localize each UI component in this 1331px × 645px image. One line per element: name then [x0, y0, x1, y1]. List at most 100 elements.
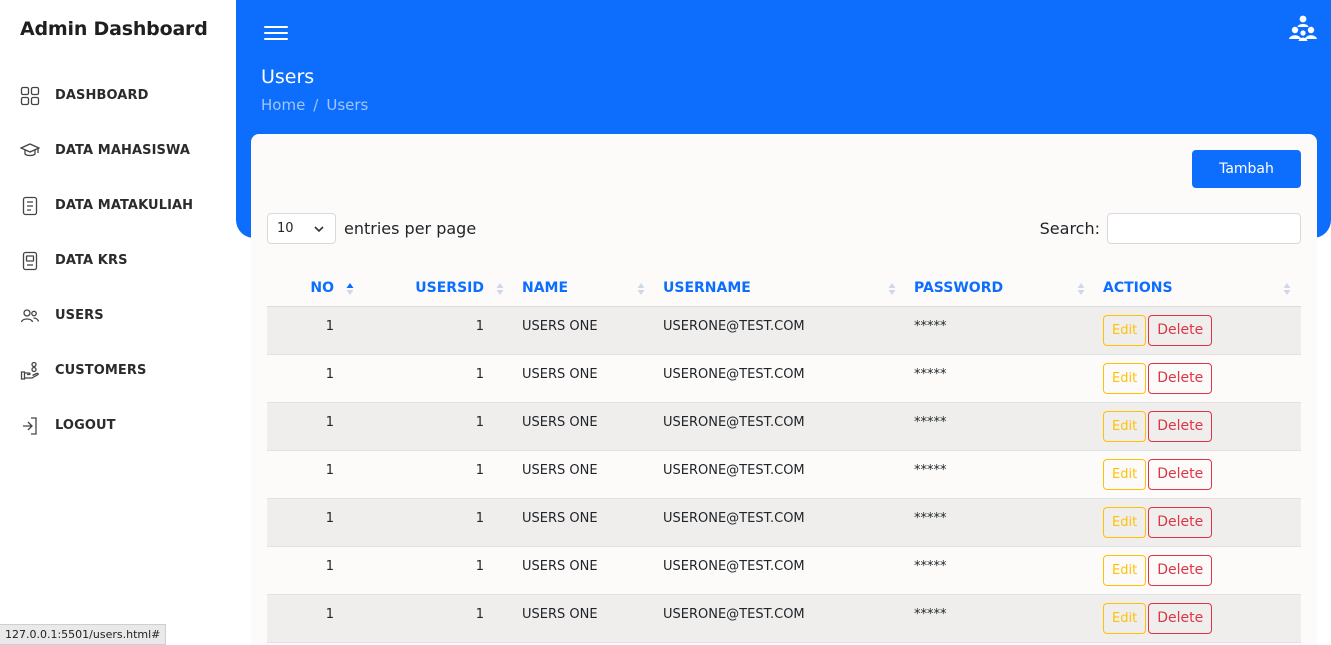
menu-toggle-icon[interactable] [264, 24, 290, 44]
edit-button[interactable]: Edit [1103, 315, 1147, 346]
sidebar-item-label: DATA MAHASISWA [55, 143, 191, 158]
sidebar-item-logout[interactable]: LOGOUT [0, 398, 236, 453]
logout-icon [20, 416, 40, 436]
delete-button[interactable]: Delete [1148, 602, 1213, 634]
cell-name: USERS ONE [514, 450, 655, 499]
sidebar-item-label: LOGOUT [55, 418, 116, 433]
cell-no: 1 [267, 450, 364, 499]
add-user-button[interactable]: Tambah [1192, 150, 1301, 188]
breadcrumb: Home / Users [261, 96, 368, 114]
delete-button[interactable]: Delete [1148, 362, 1213, 394]
cell-actions: Edit Delete [1095, 402, 1301, 451]
table-row: 1 1 USERS ONE USERONE@TEST.COM ***** Edi… [267, 594, 1301, 643]
sort-icon [496, 283, 504, 295]
chevron-down-icon [314, 226, 324, 233]
table-row: 1 1 USERS ONE USERONE@TEST.COM ***** Edi… [267, 306, 1301, 355]
search-input[interactable] [1107, 213, 1301, 244]
cell-name: USERS ONE [514, 498, 655, 547]
entries-select[interactable]: 10 [267, 213, 336, 244]
cell-usersid: 1 [364, 546, 514, 595]
search-box: Search: [1040, 213, 1301, 244]
hand-coins-icon [20, 361, 40, 381]
delete-button[interactable]: Delete [1148, 410, 1213, 442]
edit-button[interactable]: Edit [1103, 603, 1147, 634]
cell-password: ***** [906, 594, 1095, 643]
sidebar-item-dashboard[interactable]: DASHBOARD [0, 68, 236, 123]
table-header-row: NO USERSID NAME USERNAME PASSWORD ACTION… [267, 270, 1301, 307]
cell-no: 1 [267, 306, 364, 355]
cell-no: 1 [267, 402, 364, 451]
search-label: Search: [1039, 219, 1100, 238]
sidebar-item-users[interactable]: USERS [0, 288, 236, 343]
sidebar-item-data-krs[interactable]: DATA KRS [0, 233, 236, 288]
browser-status-url: 127.0.0.1:5501/users.html# [0, 624, 167, 645]
column-header-name[interactable]: NAME [514, 270, 655, 307]
sidebar-item-label: DATA KRS [55, 253, 128, 268]
breadcrumb-home-link[interactable]: Home [261, 96, 305, 114]
breadcrumb-separator: / [313, 96, 319, 114]
sidebar-item-label: USERS [55, 308, 104, 323]
cell-username: USERONE@TEST.COM [655, 546, 906, 595]
cell-username: USERONE@TEST.COM [655, 402, 906, 451]
delete-button[interactable]: Delete [1148, 314, 1213, 346]
page-title: Users [261, 66, 315, 88]
entries-per-page: 10 entries per page [267, 213, 476, 244]
users-icon [20, 306, 40, 326]
edit-button[interactable]: Edit [1103, 459, 1147, 490]
table-row: 1 1 USERS ONE USERONE@TEST.COM ***** Edi… [267, 354, 1301, 403]
cell-name: USERS ONE [514, 594, 655, 643]
users-card: Tambah 10 entries per page Search: NO US… [251, 134, 1317, 645]
sidebar: Admin Dashboard DASHBOARD DATA MAHASISWA… [0, 0, 236, 645]
cell-name: USERS ONE [514, 354, 655, 403]
sidebar-item-data-mahasiswa[interactable]: DATA MAHASISWA [0, 123, 236, 178]
cell-password: ***** [906, 546, 1095, 595]
column-header-usersid[interactable]: USERSID [364, 270, 514, 307]
column-header-password[interactable]: PASSWORD [906, 270, 1095, 307]
column-header-username[interactable]: USERNAME [655, 270, 906, 307]
cell-password: ***** [906, 402, 1095, 451]
sort-icon [888, 283, 896, 295]
sidebar-item-label: DATA MATAKULIAH [55, 198, 194, 213]
sort-ascending-icon [346, 283, 354, 295]
cell-actions: Edit Delete [1095, 498, 1301, 547]
breadcrumb-current: Users [326, 96, 369, 114]
cell-usersid: 1 [364, 402, 514, 451]
sidebar-item-label: DASHBOARD [55, 88, 149, 103]
cell-name: USERS ONE [514, 546, 655, 595]
sidebar-item-data-matakuliah[interactable]: DATA MATAKULIAH [0, 178, 236, 233]
cell-usersid: 1 [364, 498, 514, 547]
delete-button[interactable]: Delete [1148, 554, 1213, 586]
cell-password: ***** [906, 498, 1095, 547]
column-header-actions[interactable]: ACTIONS [1095, 270, 1301, 307]
delete-button[interactable]: Delete [1148, 506, 1213, 538]
cell-no: 1 [267, 546, 364, 595]
entries-label: entries per page [344, 219, 477, 238]
document-icon [20, 251, 40, 271]
cell-actions: Edit Delete [1095, 354, 1301, 403]
cell-username: USERONE@TEST.COM [655, 594, 906, 643]
sidebar-item-label: CUSTOMERS [55, 363, 147, 378]
cell-actions: Edit Delete [1095, 594, 1301, 643]
edit-button[interactable]: Edit [1103, 411, 1147, 442]
column-header-no[interactable]: NO [267, 270, 364, 307]
graduation-cap-icon [20, 141, 40, 161]
table-row: 1 1 USERS ONE USERONE@TEST.COM ***** Edi… [267, 498, 1301, 547]
cell-username: USERONE@TEST.COM [655, 354, 906, 403]
cell-no: 1 [267, 498, 364, 547]
sort-icon [1283, 283, 1291, 295]
cell-usersid: 1 [364, 306, 514, 355]
sidebar-item-customers[interactable]: CUSTOMERS [0, 343, 236, 398]
edit-button[interactable]: Edit [1103, 555, 1147, 586]
edit-button[interactable]: Edit [1103, 507, 1147, 538]
organization-icon[interactable] [1287, 14, 1319, 44]
cell-password: ***** [906, 354, 1095, 403]
cell-username: USERONE@TEST.COM [655, 306, 906, 355]
cell-password: ***** [906, 450, 1095, 499]
cell-usersid: 1 [364, 450, 514, 499]
cell-actions: Edit Delete [1095, 450, 1301, 499]
cell-username: USERONE@TEST.COM [655, 450, 906, 499]
cell-username: USERONE@TEST.COM [655, 498, 906, 547]
delete-button[interactable]: Delete [1148, 458, 1213, 490]
edit-button[interactable]: Edit [1103, 363, 1147, 394]
cell-actions: Edit Delete [1095, 546, 1301, 595]
